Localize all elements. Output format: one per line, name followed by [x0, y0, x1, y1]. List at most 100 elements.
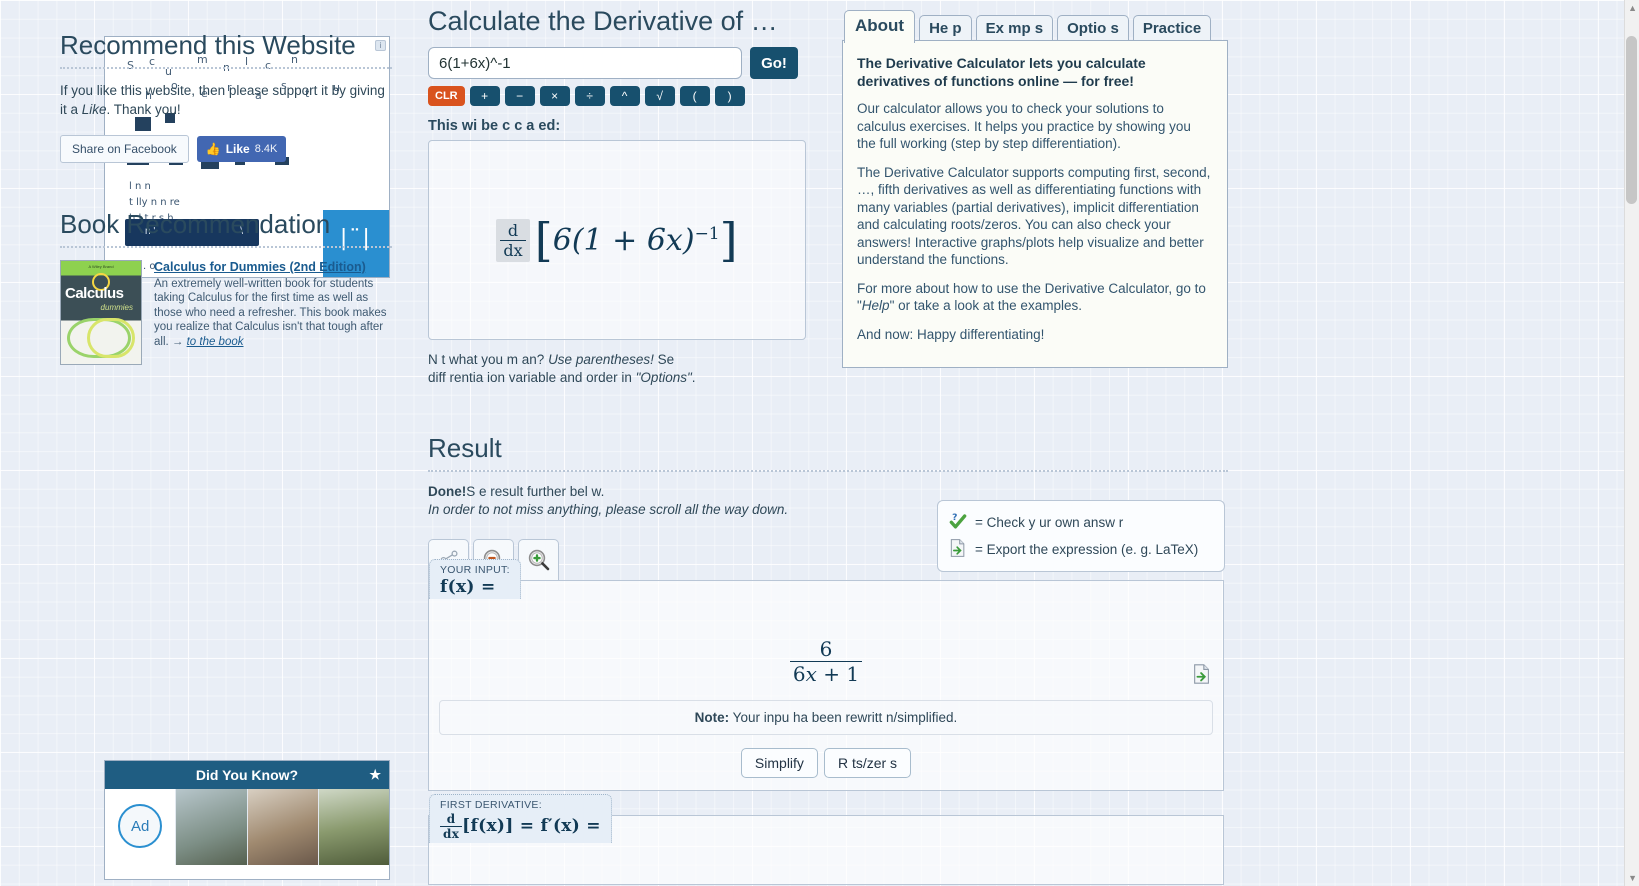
- key-multiply[interactable]: ×: [539, 86, 570, 106]
- did-you-know-thumb-2[interactable]: [247, 789, 319, 865]
- legend-check-row: ? = Check y ur own answ r: [948, 509, 1214, 536]
- first-derivative-tag: FIRST DERIVATIVE: d dx [f(x)] = f′(x) =: [429, 794, 612, 843]
- deriv-operator: d dx: [440, 812, 463, 841]
- check-answer-icon: ?: [948, 511, 968, 534]
- info-tabs: About He p Ex mp s Optio s Practice: [842, 8, 1228, 43]
- page-scrollbar[interactable]: ▲ ▼: [1624, 0, 1639, 886]
- key-plus[interactable]: +: [469, 86, 500, 106]
- deriv-op-den: dx: [440, 826, 463, 841]
- operator-numerator: d: [507, 220, 519, 240]
- result-fraction: 6 6x + 1: [789, 637, 863, 686]
- key-paren-close[interactable]: ): [714, 86, 745, 106]
- book-cover-brand: A Wiley Brand: [88, 264, 114, 269]
- hint-line1-a: N t what you m an?: [428, 352, 549, 367]
- hint-line2-b: .: [691, 370, 696, 385]
- did-you-know-items: Ad: [105, 789, 389, 865]
- facebook-like-button[interactable]: 👍 Like 8.4K: [196, 136, 287, 162]
- book-cover-graphic-2: [87, 318, 135, 358]
- simplify-button[interactable]: Simplify: [740, 748, 818, 778]
- key-power[interactable]: ^: [609, 86, 640, 106]
- export-expression-icon[interactable]: [1191, 663, 1213, 690]
- key-clr[interactable]: CLR: [428, 86, 465, 106]
- book-to-the-book-link[interactable]: to the book: [187, 336, 244, 348]
- expression-input-row: Go!: [428, 47, 798, 79]
- svg-text:?: ?: [952, 512, 957, 523]
- tab-help[interactable]: He p: [919, 15, 972, 42]
- page-root: i Scu mnl cnl hoe ras tu l n n t lly n n…: [0, 0, 1639, 886]
- did-you-know-title: Did You Know?: [195, 767, 299, 783]
- recommend-text-like: Like: [81, 102, 107, 117]
- did-you-know-ad-cell[interactable]: Ad: [105, 789, 177, 865]
- deriv-op-rest: [f(x)] = f′(x) =: [462, 816, 601, 836]
- scroll-up-icon[interactable]: ▲: [1628, 3, 1637, 13]
- share-on-facebook-button[interactable]: Share on Facebook: [60, 135, 189, 163]
- did-you-know-header: Did You Know? ★: [105, 761, 389, 789]
- key-divide[interactable]: ÷: [574, 86, 605, 106]
- book-details: Calculus for Dummies (2nd Edition) An ex…: [154, 260, 392, 365]
- pin-icon[interactable]: ★: [369, 767, 381, 783]
- bracket-open: [: [534, 213, 553, 267]
- expression-input[interactable]: [428, 47, 742, 79]
- did-you-know-thumb-1[interactable]: [176, 789, 248, 865]
- result-section-title: Result: [428, 433, 1228, 472]
- did-you-know-thumb-3[interactable]: [318, 789, 389, 865]
- tab-options[interactable]: Optio s: [1057, 15, 1129, 42]
- bracket-close: ]: [719, 213, 738, 267]
- scroll-down-icon[interactable]: ▼: [1628, 873, 1637, 883]
- derivative-operator: d dx: [496, 218, 530, 262]
- book-section-title: Book Recommendation: [60, 209, 392, 248]
- legend-export-row: = Export the expression (e. g. LaTeX): [948, 536, 1214, 563]
- operator-denominator: dx: [500, 239, 526, 260]
- fraction-numerator: 6: [819, 637, 833, 661]
- like-count: 8.4K: [254, 143, 278, 155]
- book-recommendation: A Wiley Brand Calculus dummies Calculus …: [60, 260, 392, 365]
- about-heading: The Derivative Calculator lets you calcu…: [857, 55, 1146, 89]
- about-paragraph-4: And now: Happy differentiating!: [857, 326, 1045, 342]
- note-text: Your inpu ha been rewritt n/simplified.: [729, 710, 958, 725]
- preview-expr-var: x: [665, 222, 683, 258]
- deriv-op-num: d: [446, 812, 456, 826]
- thumbs-up-icon: 👍: [205, 142, 221, 156]
- tab-practice[interactable]: Practice: [1132, 15, 1212, 42]
- fraction-denominator: 6x + 1: [789, 661, 863, 686]
- key-paren-open[interactable]: (: [679, 86, 710, 106]
- hint-line1-b: Se: [653, 352, 675, 367]
- about-p3-b: " or take a look at the examples.: [889, 298, 1082, 313]
- preview-expr-base: 6(1 + 6: [552, 222, 666, 258]
- result-done-text: S e result further bel w.: [466, 484, 605, 499]
- legend-check-text: = Check y ur own answ r: [975, 515, 1124, 530]
- roots-zeros-button[interactable]: R ts/zer s: [823, 748, 912, 778]
- key-minus[interactable]: −: [504, 86, 535, 106]
- your-input-label: YOUR INPUT:: [440, 564, 510, 576]
- did-you-know-widget[interactable]: Did You Know? ★ Ad: [104, 760, 390, 880]
- about-paragraph-1: Our calculator allows you to check your …: [857, 101, 1191, 151]
- result-panel: YOUR INPUT: f(x) = 6 6x + 1 Note: Your i…: [428, 559, 1224, 791]
- legend-export-text: = Export the expression (e. g. LaTeX): [975, 542, 1199, 557]
- result-action-buttons: Simplify R ts/zer s: [429, 748, 1223, 778]
- preview-hint: N t what you m an? Use parentheses! Se d…: [428, 351, 828, 387]
- like-label: Like: [225, 142, 250, 156]
- rewrite-note: Note: Your inpu ha been rewritt n/simpli…: [439, 700, 1213, 735]
- hint-options: "Options": [635, 370, 692, 385]
- preview-expression: 6(1 + 6x)−1: [553, 223, 720, 258]
- tab-about[interactable]: About: [844, 10, 916, 43]
- first-derivative-label: FIRST DERIVATIVE:: [440, 799, 542, 811]
- about-p3-help: Help: [861, 298, 890, 313]
- export-expression-icon-legend: [948, 538, 968, 561]
- book-cover-image[interactable]: A Wiley Brand Calculus dummies: [60, 260, 142, 365]
- fraction-den-rest: + 1: [816, 662, 860, 686]
- scrollbar-thumb[interactable]: [1626, 36, 1637, 204]
- your-input-math: f(x) =: [440, 577, 496, 597]
- key-sqrt[interactable]: √: [644, 86, 675, 106]
- recommend-text-b: . Thank you!: [106, 102, 181, 117]
- recommend-section-title: Recommend this Website: [60, 30, 392, 69]
- book-title-link[interactable]: Calculus for Dummies (2nd Edition): [154, 260, 392, 275]
- go-button[interactable]: Go!: [750, 47, 798, 79]
- tab-examples[interactable]: Ex mp s: [975, 15, 1054, 42]
- note-label: Note:: [694, 710, 730, 725]
- result-legend: ? = Check y ur own answ r = Export the e…: [937, 500, 1225, 572]
- fraction-den-coef: 6: [792, 662, 806, 686]
- zoom-in-icon[interactable]: [518, 539, 559, 580]
- about-panel: The Derivative Calculator lets you calcu…: [842, 40, 1228, 368]
- social-buttons-row: Share on Facebook 👍 Like 8.4K: [60, 135, 392, 163]
